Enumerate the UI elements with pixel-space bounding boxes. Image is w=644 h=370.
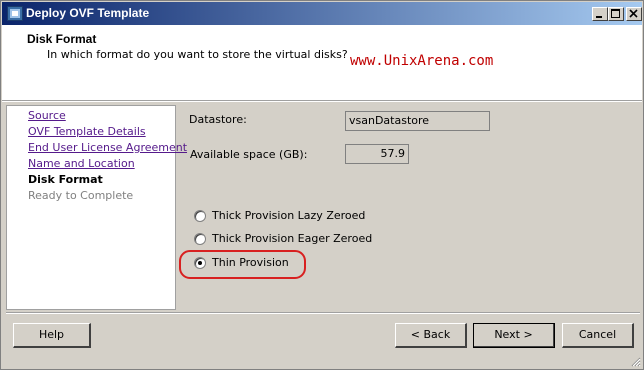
wizard-steps-nav: Source OVF Template Details End User Lic… (6, 105, 187, 310)
nav-step-source[interactable]: Source (28, 109, 66, 122)
title-bar[interactable]: Deploy OVF Template (2, 2, 642, 25)
maximize-button[interactable] (608, 7, 624, 21)
nav-step-eula[interactable]: End User License Agreement (28, 141, 187, 154)
nav-step-ovf-template-details[interactable]: OVF Template Details (28, 125, 146, 138)
annotation-highlight-circle (179, 250, 306, 279)
minimize-icon (596, 16, 602, 18)
back-button[interactable]: < Back (395, 323, 467, 348)
radio-button[interactable] (194, 233, 206, 245)
watermark-text: www.UnixArena.com (350, 53, 494, 69)
option-label: Thick Provision Eager Zeroed (212, 232, 373, 245)
nav-step-name-and-location[interactable]: Name and Location (28, 157, 135, 170)
available-space-field: 57.9 (345, 144, 409, 164)
resize-grip-icon[interactable] (630, 356, 641, 367)
close-button[interactable] (626, 7, 642, 21)
help-label: Help (38, 328, 65, 341)
page-title: Disk Format (27, 32, 97, 46)
help-button[interactable]: Help (13, 323, 91, 348)
radio-button[interactable] (194, 210, 206, 222)
close-icon (629, 9, 638, 18)
next-label: Next > (494, 328, 533, 341)
datastore-field: vsanDatastore (345, 111, 490, 131)
option-label: Thick Provision Lazy Zeroed (212, 209, 366, 222)
datastore-label: Datastore: (189, 113, 247, 126)
cancel-label: Cancel (578, 328, 617, 341)
cancel-button[interactable]: Cancel (562, 323, 634, 348)
nav-step-ready-to-complete: Ready to Complete (28, 189, 134, 202)
footer-divider-highlight (6, 313, 640, 314)
header-divider (2, 101, 642, 102)
minimize-button[interactable] (592, 7, 608, 21)
window-title: Deploy OVF Template (26, 6, 150, 20)
back-label: < Back (410, 328, 451, 341)
next-button[interactable]: Next > (473, 323, 555, 348)
maximize-icon (611, 9, 620, 18)
nav-step-disk-format: Disk Format (28, 173, 103, 186)
app-icon (7, 6, 23, 21)
available-space-label: Available space (GB): (190, 148, 308, 161)
wizard-header: Disk Format In which format do you want … (2, 25, 642, 101)
deploy-ovf-window: Deploy OVF Template Disk Format In which… (0, 0, 644, 370)
page-subtitle: In which format do you want to store the… (47, 48, 348, 61)
